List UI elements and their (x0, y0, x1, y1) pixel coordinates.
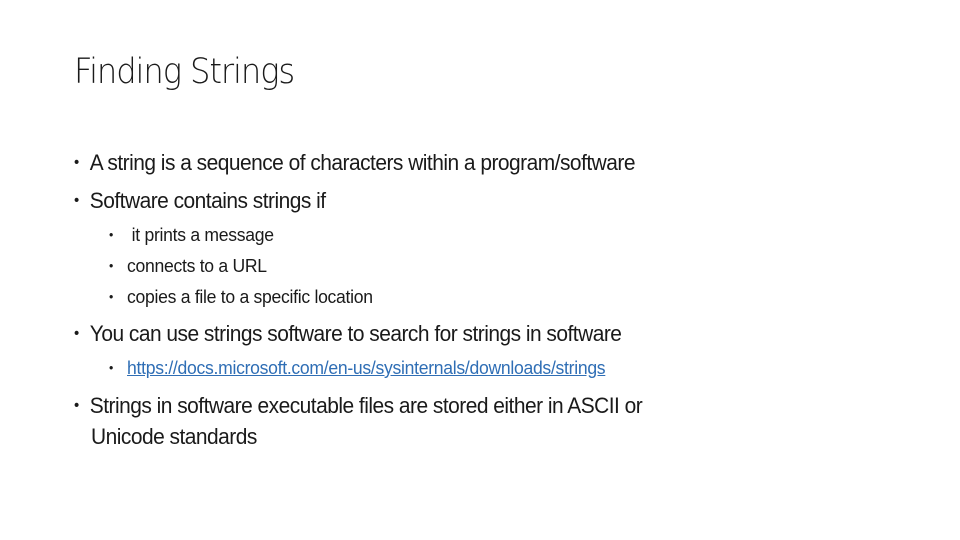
bullet-icon: • (109, 360, 114, 375)
bullet-text: Software contains strings if (89, 188, 326, 213)
slide-title: Finding Strings (74, 52, 295, 92)
sysinternals-strings-link[interactable]: https://docs.microsoft.com/en-us/sysinte… (127, 357, 606, 378)
bullet-icon: • (74, 192, 79, 209)
bullet-continuation-text: Unicode standards (91, 424, 257, 449)
bullet-text: Strings in software executable files are… (89, 393, 643, 418)
bullet-text: You can use strings software to search f… (89, 321, 622, 346)
bullet-item: • A string is a sequence of characters wi… (74, 150, 635, 176)
sub-bullet-text: connects to a URL (127, 255, 267, 276)
sub-bullet-item: • it prints a message (109, 224, 274, 246)
bullet-item: • You can use strings software to search … (74, 321, 622, 347)
bullet-item: • Software contains strings if (74, 188, 326, 214)
sub-bullet-item: • connects to a URL (109, 255, 267, 277)
bullet-icon: • (109, 289, 114, 304)
bullet-icon: • (74, 154, 79, 171)
bullet-icon: • (74, 325, 79, 342)
sub-bullet-item: • https://docs.microsoft.com/en-us/sysint… (109, 357, 606, 379)
bullet-item: • Strings in software executable files ar… (74, 393, 643, 419)
bullet-icon: • (74, 397, 79, 414)
sub-bullet-text: it prints a message (127, 224, 274, 245)
bullet-icon: • (109, 258, 114, 273)
sub-bullet-item: • copies a file to a specific location (109, 286, 373, 308)
bullet-icon: • (109, 227, 114, 242)
sub-bullet-text: copies a file to a specific location (127, 286, 373, 307)
bullet-text: A string is a sequence of characters wit… (89, 150, 636, 175)
